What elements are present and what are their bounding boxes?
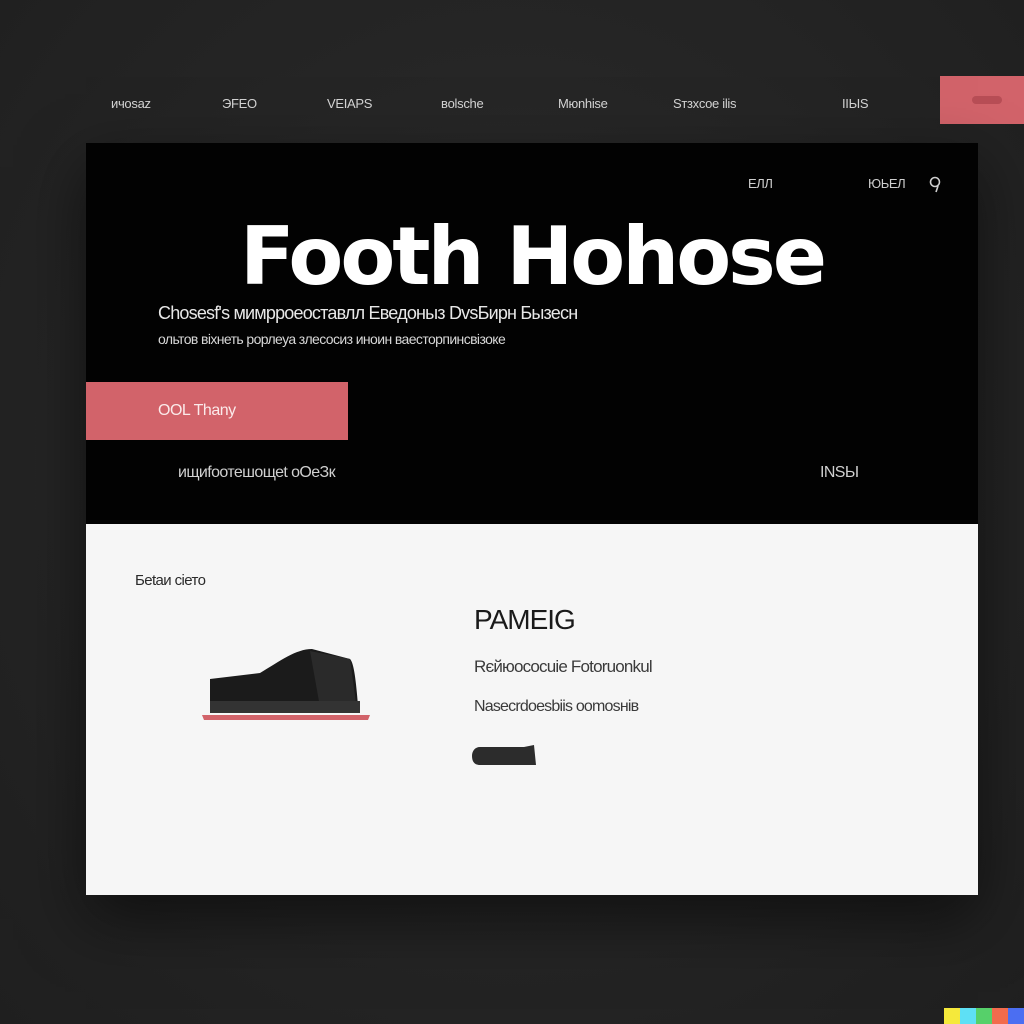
nav-item-1[interactable]: ичоsaz: [111, 96, 151, 111]
nav-item-4[interactable]: вolsche: [441, 96, 484, 111]
nav-item-2[interactable]: ЭFEO: [222, 96, 257, 111]
swatch-orange: [992, 1008, 1008, 1024]
main-card: ЕЛЛ ЮЬЕЛ Footh Hohose Chosesf's мимрроео…: [86, 143, 978, 895]
nav-item-7[interactable]: IIЫS: [842, 96, 869, 111]
swatch-yellow: [944, 1008, 960, 1024]
swatch-blue: [1008, 1008, 1024, 1024]
sneaker-image[interactable]: [200, 641, 372, 723]
hero-cta-button[interactable]: ООL Тhany: [86, 382, 348, 440]
product-category-label: Беtаи сiето: [135, 572, 206, 589]
nav-item-5[interactable]: Mюnhise: [558, 96, 608, 111]
search-icon-glyph: [929, 176, 941, 193]
hero-footer-link[interactable]: INSЫ: [820, 464, 859, 482]
product-section: Беtаи сiето PAMEIG Rєйюocоcuie Fotoruonk…: [86, 524, 978, 895]
hero-subtitle-line-1: Chosesf's мимрроеоставлл Еведоныз DvsБир…: [158, 303, 578, 323]
product-action-pill[interactable]: [472, 745, 538, 765]
hero-footer-text: ищиfоотешощеt оОеЗк: [178, 464, 336, 481]
swatch-cyan: [960, 1008, 976, 1024]
product-description-line-1: Rєйюocоcuie Fotoruonkul: [474, 657, 653, 676]
hero-link-2[interactable]: ЮЬЕЛ: [868, 176, 906, 191]
top-nav: ичоsaz ЭFEO VEIAPS вolsche Mюnhise Sтзxc…: [0, 84, 1024, 124]
cta-mark-icon: [972, 96, 1002, 104]
nav-item-3[interactable]: VEIAPS: [327, 96, 372, 111]
product-name: PAMEIG: [474, 604, 576, 635]
product-description-line-2: Nasecrdoesbiis oomosнів: [474, 698, 639, 715]
hero-subtitle-line-2: ольтов віхнеть рорлеуа злесосиз иноин ва…: [158, 331, 506, 347]
hero-link-1[interactable]: ЕЛЛ: [748, 176, 773, 191]
search-icon[interactable]: [929, 175, 945, 196]
page: ичоsaz ЭFEO VEIAPS вolsche Mюnhise Sтзxc…: [0, 0, 1024, 1024]
hero-title: Footh Hohose: [239, 210, 827, 303]
hero-section: ЕЛЛ ЮЬЕЛ Footh Hohose Chosesf's мимрроео…: [86, 143, 978, 524]
color-swatches: [944, 1008, 1024, 1024]
nav-cta-button[interactable]: [940, 76, 1024, 124]
swatch-green: [976, 1008, 992, 1024]
nav-item-6[interactable]: Sтзxcoe ilis: [673, 96, 737, 111]
